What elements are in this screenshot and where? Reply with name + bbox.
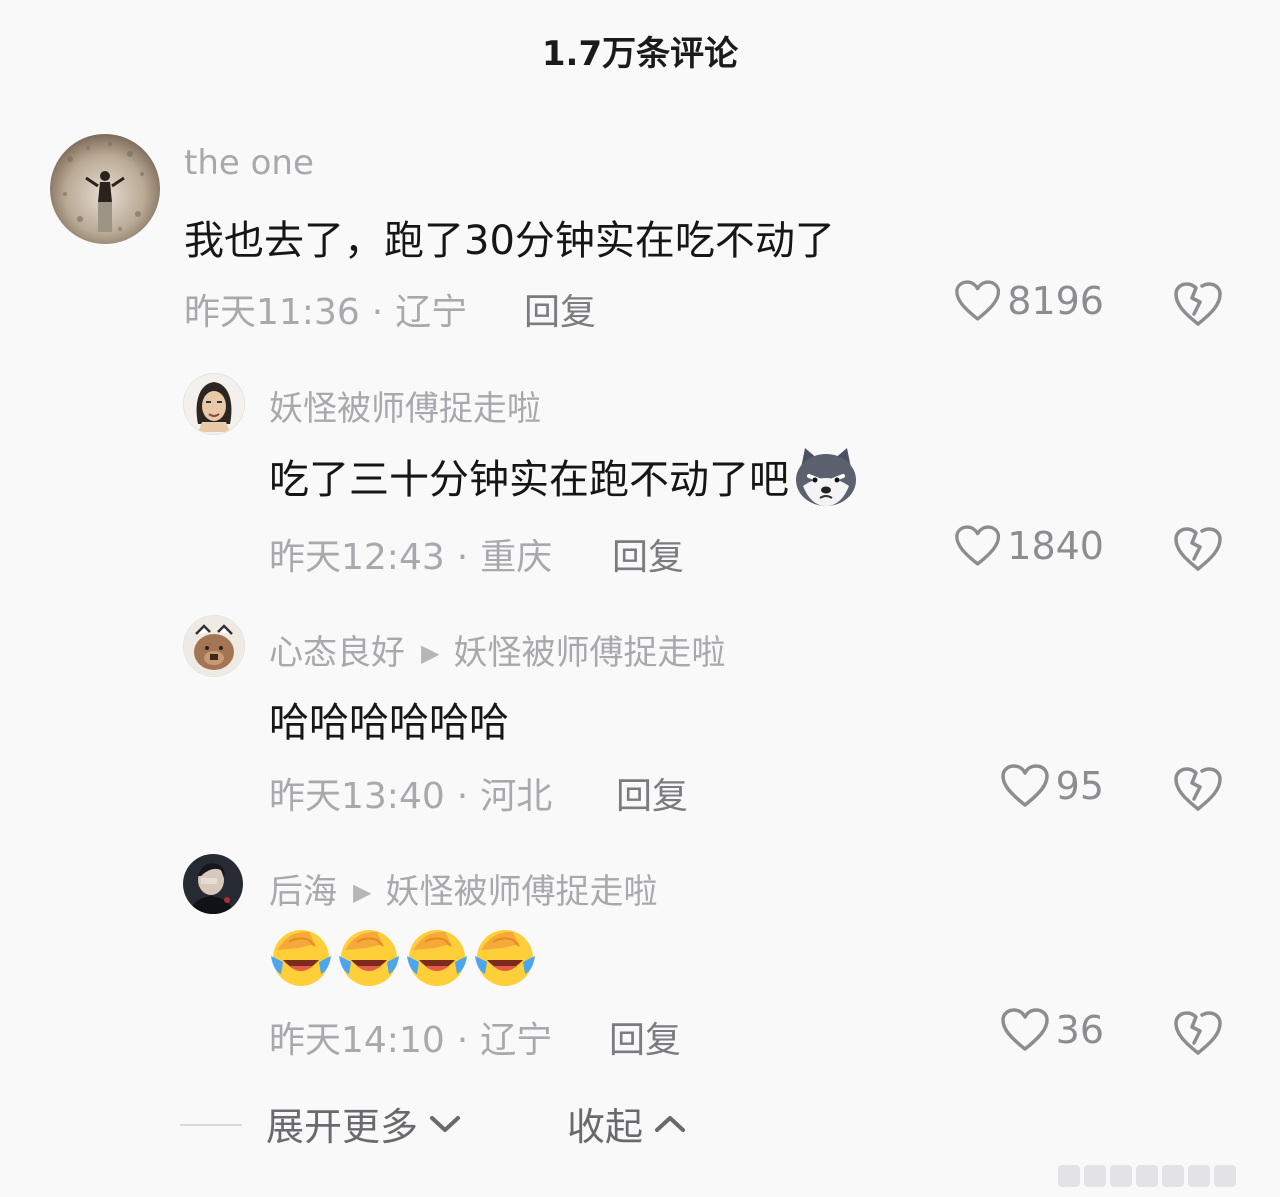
dislike-button[interactable] [1172, 765, 1224, 817]
comment-username[interactable]: 妖怪被师傅捉走啦 [269, 381, 541, 430]
like-count: 1840 [1007, 524, 1104, 568]
watermark-bar [1058, 1161, 1258, 1191]
dislike-button[interactable] [1172, 525, 1224, 577]
reply-to-username[interactable]: 妖怪被师傅捉走啦 [385, 872, 657, 912]
comment-count-title: 1.7万条评论 [541, 34, 739, 74]
avatar[interactable] [183, 854, 243, 914]
separator-dot: · [456, 1020, 469, 1061]
comment-text: 哈哈哈哈哈哈 [269, 700, 509, 746]
comment-time: 昨天11:36 [184, 292, 360, 333]
broken-heart-icon [1174, 1011, 1222, 1055]
cry-laugh-emoji [405, 926, 469, 992]
comment-time: 昨天13:40 [269, 776, 445, 817]
meta-reply-wrap: 回复 [609, 1011, 681, 1063]
comment-text: 我也去了，跑了30分钟实在吃不动了 [184, 218, 835, 264]
comment-text-wrap: 吃了三十分钟实在跑不动了吧 [269, 446, 861, 518]
reply-arrow-icon: ▶ [353, 878, 372, 906]
comment-username[interactable]: 后海 [269, 872, 337, 912]
broken-heart-icon [1174, 282, 1222, 326]
meta-reply-wrap: 回复 [524, 283, 596, 335]
expand-more-label: 展开更多 [266, 1105, 419, 1149]
comment-username[interactable]: 心态良好 [269, 633, 405, 673]
comment-meta: 昨天11:36 · 辽宁 [184, 283, 467, 335]
cry-laugh-emoji [337, 926, 401, 992]
like-count: 36 [1055, 1008, 1104, 1052]
separator-dot: · [371, 292, 384, 333]
comment-meta: 昨天14:10 · 辽宁 [269, 1011, 552, 1063]
like-button[interactable]: 8196 [954, 278, 1104, 324]
broken-heart-icon [1174, 527, 1222, 571]
broken-heart-icon [1174, 767, 1222, 811]
chevron-up-icon [655, 1115, 686, 1132]
collapse-label: 收起 [567, 1105, 644, 1149]
comment-text: 吃了三十分钟实在跑不动了吧 [269, 457, 789, 503]
avatar[interactable] [183, 615, 245, 677]
reply-button[interactable]: 回复 [616, 776, 688, 817]
expand-more-button[interactable]: 展开更多 [266, 1096, 462, 1151]
reply-to-username[interactable]: 妖怪被师傅捉走啦 [453, 633, 725, 673]
separator-dot: · [456, 537, 469, 578]
like-count: 95 [1055, 764, 1104, 808]
cry-laugh-emoji [473, 926, 537, 992]
separator-dot: · [456, 776, 469, 817]
heart-icon [1000, 1008, 1049, 1051]
comment-username-line: 后海 ▶ 妖怪被师傅捉走啦 [269, 864, 657, 913]
comment-time: 昨天12:43 [269, 537, 445, 578]
reply-button[interactable]: 回复 [609, 1020, 681, 1061]
dislike-button[interactable] [1172, 1009, 1224, 1061]
like-button[interactable]: 36 [954, 1007, 1104, 1053]
comment-location: 重庆 [480, 537, 553, 578]
avatar[interactable] [183, 373, 245, 435]
meta-reply-wrap: 回复 [612, 528, 684, 580]
comment-username[interactable]: the one [184, 143, 314, 183]
comment-location: 辽宁 [480, 1020, 553, 1061]
heart-icon [1000, 764, 1049, 807]
comment-time: 昨天14:10 [269, 1020, 445, 1061]
collapse-button[interactable]: 收起 [567, 1096, 687, 1151]
comment-location: 河北 [480, 776, 553, 817]
comment-emoji-row [269, 926, 537, 992]
heart-icon [955, 525, 1001, 566]
comment-meta: 昨天13:40 · 河北 [269, 767, 552, 819]
comment-username-line: 心态良好 ▶ 妖怪被师傅捉走啦 [269, 625, 725, 674]
reply-button[interactable]: 回复 [612, 537, 684, 578]
comment-location: 辽宁 [395, 292, 468, 333]
reply-button[interactable]: 回复 [524, 292, 596, 333]
husky-emoji [791, 446, 861, 518]
replies-footer: 展开更多 收起 [0, 1096, 1280, 1156]
like-count: 8196 [1007, 279, 1104, 323]
meta-reply-wrap: 回复 [616, 767, 688, 819]
divider-line [180, 1124, 242, 1126]
heart-icon [955, 280, 1001, 321]
like-button[interactable]: 95 [954, 763, 1104, 809]
avatar[interactable] [50, 134, 160, 244]
comment-meta: 昨天12:43 · 重庆 [269, 528, 552, 580]
dislike-button[interactable] [1172, 280, 1224, 332]
reply-arrow-icon: ▶ [421, 639, 440, 667]
like-button[interactable]: 1840 [954, 523, 1104, 569]
cry-laugh-emoji [269, 926, 333, 992]
chevron-down-icon [430, 1115, 461, 1132]
